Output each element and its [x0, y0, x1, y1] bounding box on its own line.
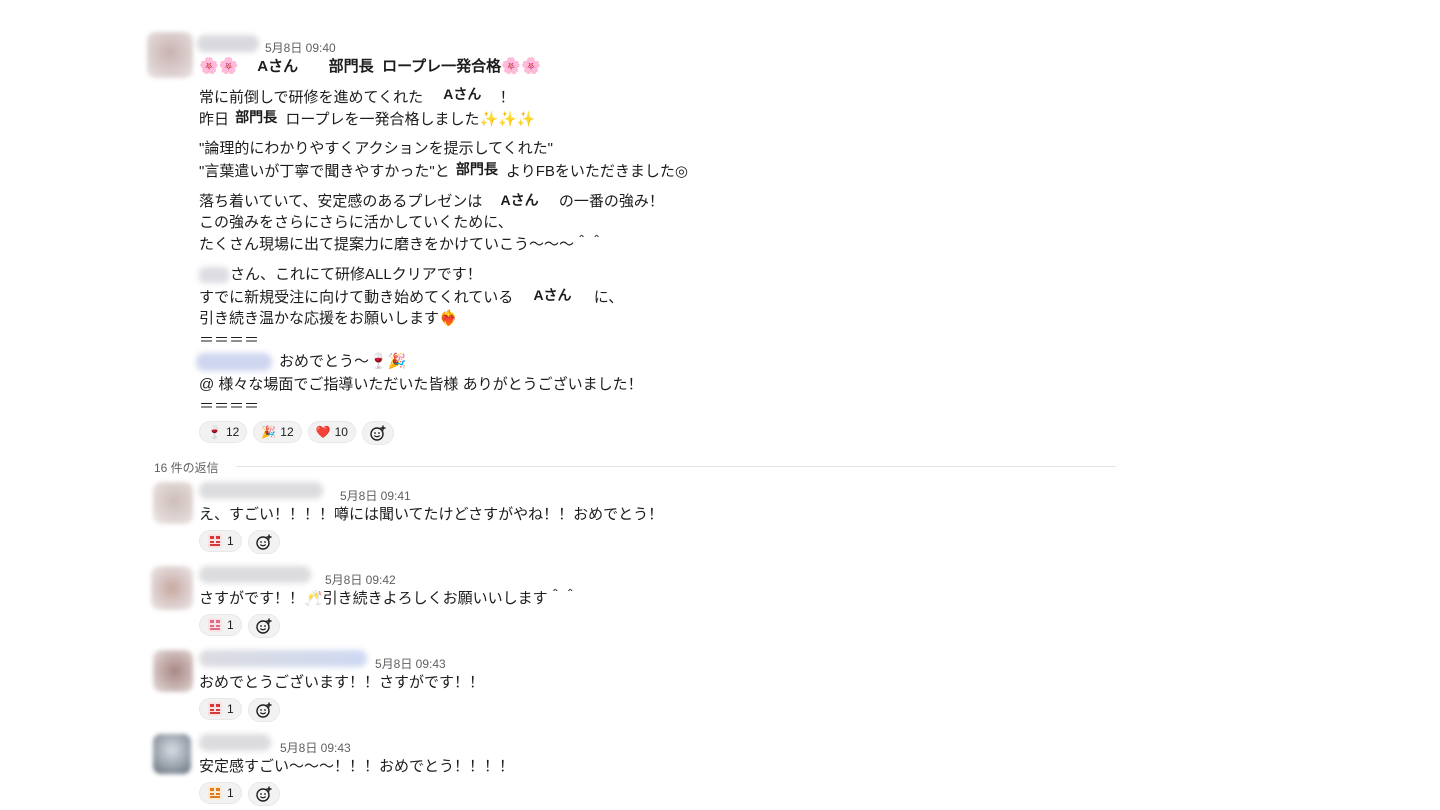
text: 常に前倒しで研修を進めてくれた	[199, 89, 424, 106]
reaction-count: 10	[334, 425, 348, 439]
wine-glass-icon: 🍷	[207, 425, 222, 439]
blurred-name	[199, 267, 229, 283]
reaction-bar: 🍷 12 🎉 12 ❤️ 10	[199, 421, 394, 445]
reaction-count: 12	[225, 425, 240, 439]
message-line: すでに新規受注に向けて動き始めてくれている Aさん に、	[199, 287, 623, 308]
sender-name[interactable]	[197, 35, 259, 52]
custom-emoji-icon	[208, 534, 222, 548]
message-line: 常に前倒しで研修を進めてくれた Aさん ！	[199, 86, 515, 108]
reaction-wine[interactable]: 🍷 12	[199, 421, 248, 443]
add-reaction-icon	[255, 618, 272, 634]
text: に、	[593, 289, 624, 306]
text: おめでとう〜🍷🎉	[279, 353, 407, 370]
reaction-party[interactable]: 🎉 12	[253, 421, 302, 443]
text: すでに新規受注に向けて動き始めてくれている	[199, 289, 514, 306]
thread-divider	[236, 466, 1116, 467]
text: ロープレを一発合格しました✨✨✨	[285, 111, 536, 128]
reaction-custom[interactable]: 1	[199, 614, 242, 636]
mention-bumoncho[interactable]: 部門長	[329, 58, 374, 75]
add-reaction-button[interactable]	[247, 530, 280, 554]
sender-name[interactable]	[199, 734, 271, 751]
reply-timestamp[interactable]: 5月8日 09:43	[280, 739, 351, 756]
mention-a[interactable]: Aさん	[501, 192, 539, 208]
reply-timestamp[interactable]: 5月8日 09:41	[340, 487, 411, 504]
reaction-count: 1	[227, 786, 234, 800]
avatar[interactable]	[151, 566, 193, 610]
message-timestamp[interactable]: 5月8日 09:40	[265, 39, 336, 56]
avatar[interactable]	[147, 32, 193, 78]
reaction-count: 1	[227, 618, 234, 632]
title-text: ロープレ一発合格	[382, 58, 502, 75]
reaction-heart[interactable]: ❤️ 10	[307, 421, 356, 443]
reaction-count: 1	[227, 702, 234, 716]
reply-text: おめでとうございます！！さすがです！！	[199, 674, 485, 691]
message-line: 引き続き温かな応援をお願いします❤️‍🔥	[199, 310, 458, 327]
message-line: おめでとう〜🍷🎉	[196, 352, 407, 372]
text: "言葉遣いが丁寧で聞きやすかった"と	[199, 163, 450, 180]
reply-timestamp[interactable]: 5月8日 09:42	[325, 571, 396, 588]
message-line: "論理的にわかりやすくアクションを提示してくれた"	[199, 140, 554, 157]
message-line: たくさん現場に出て提案力に磨きをかけていこう〜〜〜＾＾	[199, 236, 605, 253]
reaction-custom[interactable]: 1	[199, 698, 242, 720]
custom-emoji-icon	[208, 786, 222, 800]
message-line: さん、これにて研修ALLクリアです！	[199, 265, 482, 285]
add-reaction-button[interactable]	[247, 614, 280, 638]
reply-timestamp[interactable]: 5月8日 09:43	[375, 655, 446, 672]
mention-bumoncho[interactable]: 部門長	[235, 109, 277, 125]
reaction-count: 12	[280, 425, 294, 439]
avatar[interactable]	[153, 650, 193, 692]
add-reaction-button[interactable]	[247, 698, 280, 722]
message-line: @ 様々な場面でご指導いただいた皆様 ありがとうございました！	[199, 376, 643, 393]
mention-a[interactable]: Aさん	[533, 287, 571, 303]
reaction-bar: 1	[199, 782, 280, 806]
reaction-custom[interactable]: 1	[199, 782, 242, 804]
heart-icon: ❤️	[315, 425, 331, 439]
text: 落ち着いていて、安定感のあるプレゼンは	[199, 193, 483, 210]
reaction-bar: 1	[199, 614, 280, 638]
reaction-count: 1	[227, 534, 234, 548]
reply-count[interactable]: 16 件の返信	[154, 459, 219, 476]
custom-emoji-icon	[208, 618, 222, 632]
message-line: この強みをさらにさらに活かしていくために、	[199, 214, 513, 231]
message-line: ＝＝＝＝	[199, 398, 260, 415]
custom-emoji-icon	[208, 702, 222, 716]
avatar[interactable]	[153, 482, 193, 524]
add-reaction-icon	[255, 786, 272, 802]
message-line: 昨日 部門長 ロープレを一発合格しました✨✨✨	[199, 109, 536, 130]
sender-name[interactable]	[199, 566, 311, 583]
reply-text: え、すごい！！！！噂には聞いてたけどさすがやね！！おめでとう！	[199, 506, 664, 523]
add-reaction-icon	[255, 702, 272, 718]
avatar[interactable]	[153, 734, 191, 774]
title-emoji-right: 🌸🌸	[501, 58, 542, 75]
text: 昨日	[199, 111, 230, 128]
text: ！	[499, 89, 515, 106]
add-reaction-icon	[370, 425, 386, 441]
reaction-custom[interactable]: 1	[199, 530, 242, 552]
add-reaction-button[interactable]	[361, 421, 394, 445]
party-popper-icon: 🎉	[261, 425, 277, 439]
mention-a[interactable]: Aさん	[257, 58, 298, 75]
text: の一番の強み！	[558, 193, 664, 210]
reaction-bar: 1	[199, 530, 280, 554]
message-title: 🌸🌸 Aさん 部門長 ロープレ一発合格🌸🌸	[199, 56, 541, 78]
reply-text: 安定感すごい〜〜〜！！！おめでとう！！！！	[199, 758, 515, 775]
add-reaction-icon	[255, 534, 272, 550]
sender-name[interactable]	[199, 650, 367, 667]
blurred-mention[interactable]	[196, 353, 272, 371]
message-line: ＝＝＝＝	[199, 332, 260, 349]
mention-a[interactable]: Aさん	[443, 86, 481, 102]
message-line: "言葉遣いが丁寧で聞きやすかった"と 部門長 よりFBをいただきました◎	[199, 161, 688, 182]
text: よりFBをいただきました◎	[506, 163, 688, 180]
add-reaction-button[interactable]	[247, 782, 280, 806]
message-line: 落ち着いていて、安定感のあるプレゼンは Aさん の一番の強み！	[199, 191, 664, 212]
reply-text: さすがです！！🥂引き続きよろしくお願いいします＾＾	[199, 590, 578, 607]
mention-bumoncho[interactable]: 部門長	[456, 161, 498, 177]
reaction-bar: 1	[199, 698, 280, 722]
title-emoji-left: 🌸🌸	[199, 58, 239, 75]
sender-name[interactable]	[199, 482, 323, 499]
text: さん、これにて研修ALLクリアです！	[230, 266, 482, 283]
